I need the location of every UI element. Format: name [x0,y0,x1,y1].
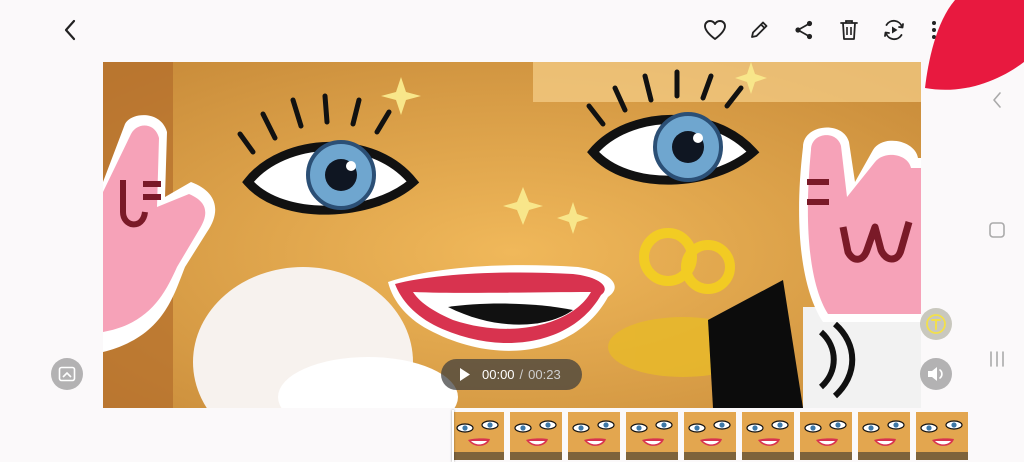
time-separator: / [519,367,524,382]
favorite-button[interactable] [701,16,729,44]
filmstrip-frame[interactable] [452,412,504,460]
filmstrip-frame[interactable] [568,412,620,460]
filmstrip-frame[interactable] [800,412,852,460]
filmstrip-frame[interactable] [510,412,562,460]
video-image [103,62,921,408]
filmstrip-frame[interactable] [742,412,794,460]
video-remaster-icon [884,19,904,41]
share-icon [795,20,813,40]
remaster-button[interactable] [880,16,908,44]
playhead-marker[interactable] [452,410,454,462]
trash-icon [840,20,858,40]
filmstrip-frame[interactable] [916,412,968,460]
capture-button[interactable] [51,358,83,390]
pencil-icon [751,21,768,38]
play-icon [460,368,470,381]
edit-button[interactable] [745,16,773,44]
chevron-left-icon [993,92,1001,108]
square-icon [989,222,1005,238]
total-duration: 00:23 [528,367,561,382]
video-frame[interactable] [103,62,921,408]
filmstrip-frame[interactable] [858,412,910,460]
play-button[interactable] [450,367,480,382]
top-toolbar [0,0,1024,60]
nav-recents-button[interactable] [986,348,1008,370]
back-button[interactable] [56,15,84,45]
nav-back-button[interactable] [986,88,1008,112]
recents-icon [990,351,1004,367]
filmstrip-frame[interactable] [626,412,678,460]
share-button[interactable] [790,16,818,44]
video-filmstrip[interactable] [452,412,970,460]
screen-capture-icon [58,366,76,382]
back-icon [64,19,76,41]
current-time: 00:00 [482,367,515,382]
system-navigation [924,60,1024,410]
playback-controls: 00:00 / 00:23 [441,359,582,390]
delete-button[interactable] [835,16,863,44]
heart-icon [704,20,726,40]
filmstrip-frame[interactable] [684,412,736,460]
nav-home-button[interactable] [986,219,1008,241]
